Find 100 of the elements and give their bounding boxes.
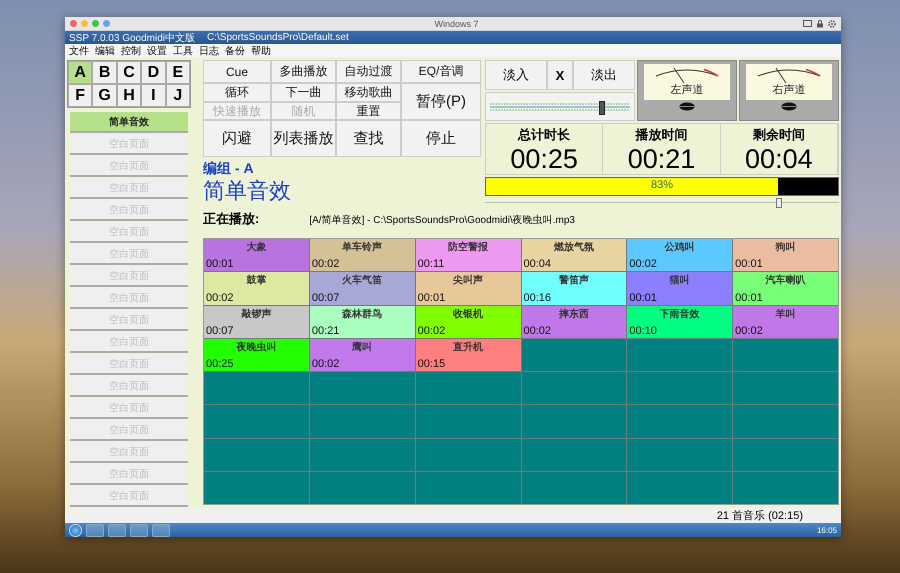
fade-button[interactable]: X bbox=[547, 60, 573, 90]
time-label: 剩余时间 bbox=[752, 126, 805, 144]
control-button[interactable]: 下一曲 bbox=[271, 83, 336, 102]
group-tab[interactable]: D bbox=[141, 61, 166, 84]
sound-duration: 00:02 bbox=[735, 324, 764, 337]
sound-cell[interactable]: 鹰叫 00:02 bbox=[310, 338, 415, 371]
sound-cell[interactable]: 摔东西 00:02 bbox=[522, 306, 626, 338]
group-tab[interactable]: I bbox=[141, 84, 166, 107]
sound-duration: 00:02 bbox=[312, 258, 340, 270]
control-button[interactable]: 列表播放 bbox=[271, 120, 336, 157]
sound-name: 燃放气氛 bbox=[552, 240, 595, 254]
sound-name: 狗叫 bbox=[774, 240, 797, 254]
sound-name: 火车气笛 bbox=[341, 273, 384, 288]
sound-name: 敲锣声 bbox=[240, 307, 272, 320]
sound-duration: 00:07 bbox=[206, 324, 235, 337]
menu-item[interactable]: 帮助 bbox=[251, 44, 271, 58]
menu-item[interactable]: 工具 bbox=[173, 44, 193, 58]
sound-duration: 00:02 bbox=[629, 258, 658, 270]
sound-cell[interactable]: 直升机 00:15 bbox=[416, 338, 520, 371]
menu-item[interactable]: 文件 bbox=[69, 44, 89, 58]
group-tab[interactable]: B bbox=[92, 61, 117, 84]
sound-duration: 00:02 bbox=[312, 358, 340, 370]
control-button[interactable]: 移动歌曲 bbox=[336, 83, 401, 102]
control-button[interactable]: 查找 bbox=[336, 120, 401, 157]
sound-name: 尖叫声 bbox=[452, 274, 484, 288]
channel-label: 左声道 bbox=[670, 84, 704, 97]
sound-cell[interactable]: 敲锣声 00:07 bbox=[204, 306, 309, 338]
sound-cell[interactable]: 下雨音效 00:10 bbox=[627, 306, 732, 338]
file-path: C:\SportsSoundsPro\Default.set bbox=[207, 32, 349, 43]
sound-cell[interactable]: 公鸡叫 00:02 bbox=[627, 239, 732, 272]
sound-name: 猫叫 bbox=[668, 274, 691, 288]
group-tab[interactable]: J bbox=[166, 84, 190, 107]
time-value: 00:21 bbox=[628, 144, 696, 174]
sound-cell[interactable]: 火车气笛 00:07 bbox=[310, 272, 415, 304]
menu-item[interactable]: 设置 bbox=[147, 44, 167, 58]
control-button[interactable]: 循环 bbox=[203, 83, 271, 102]
menu-item[interactable]: 编辑 bbox=[95, 44, 115, 58]
progress-reading: 83% bbox=[650, 179, 674, 191]
sound-duration: 00:01 bbox=[418, 292, 446, 304]
sound-cell[interactable]: 狗叫 00:01 bbox=[733, 239, 838, 272]
menu-item[interactable]: 备份 bbox=[225, 44, 245, 58]
sound-duration: 00:07 bbox=[312, 292, 340, 304]
control-button[interactable]: 重置 bbox=[336, 102, 401, 120]
control-button[interactable]: 暂停(P) bbox=[401, 83, 481, 120]
control-button[interactable]: 自动过渡 bbox=[336, 60, 401, 83]
sound-cell[interactable]: 大象 00:01 bbox=[204, 239, 309, 272]
sound-duration: 00:01 bbox=[735, 258, 764, 270]
sound-cell[interactable]: 单车铃声 00:02 bbox=[310, 239, 415, 272]
now-playing-path: [A/简单音效] - C:\SportsSoundsPro\Goodmidi\夜晚虫叫.mp3 bbox=[309, 214, 575, 227]
sound-duration: 00:10 bbox=[629, 324, 658, 337]
sound-duration: 00:01 bbox=[629, 292, 658, 304]
sound-name: 羊叫 bbox=[774, 308, 797, 320]
sound-duration: 00:25 bbox=[206, 358, 235, 370]
sound-duration: 00:16 bbox=[524, 292, 552, 304]
control-button[interactable]: Cue bbox=[203, 60, 271, 83]
sound-cell[interactable]: 尖叫声 00:01 bbox=[416, 272, 520, 304]
group-tab[interactable]: G bbox=[92, 84, 117, 107]
sound-cell[interactable]: 鼓掌 00:02 bbox=[204, 272, 309, 304]
control-button[interactable]: 停止 bbox=[401, 120, 481, 157]
sound-cell[interactable]: 猫叫 00:01 bbox=[627, 272, 732, 304]
group-tab[interactable]: H bbox=[116, 84, 142, 107]
page-item[interactable]: 简单音效 bbox=[70, 112, 188, 133]
sound-cell[interactable]: 汽车喇叭 00:01 bbox=[733, 272, 838, 304]
sound-cell[interactable]: 警笛声 00:16 bbox=[522, 272, 626, 304]
sound-name: 公鸡叫 bbox=[663, 240, 696, 254]
sound-cell[interactable]: 羊叫 00:02 bbox=[733, 306, 838, 338]
group-tab[interactable]: E bbox=[166, 61, 190, 84]
window-title: Windows 7 bbox=[433, 18, 480, 28]
sound-name: 下雨音效 bbox=[658, 307, 701, 320]
sound-cell[interactable]: 森林群鸟 00:21 bbox=[310, 306, 415, 338]
time-label: 总计时长 bbox=[518, 126, 570, 144]
fade-button[interactable]: 淡入 bbox=[485, 60, 547, 90]
sound-duration: 00:21 bbox=[312, 324, 340, 337]
sound-name: 夜晚虫叫 bbox=[235, 340, 278, 354]
menu-item[interactable]: 控制 bbox=[121, 44, 141, 58]
sound-duration: 00:02 bbox=[418, 324, 446, 337]
sound-cell[interactable]: 收银机 00:02 bbox=[416, 306, 520, 338]
sound-name: 摔东西 bbox=[558, 307, 590, 320]
control-button[interactable]: 多曲播放 bbox=[271, 60, 336, 83]
group-label: 编组 - A bbox=[203, 160, 255, 178]
clock: 16:05 bbox=[816, 526, 837, 534]
time-value: 00:25 bbox=[510, 144, 578, 174]
group-tab[interactable]: C bbox=[116, 61, 142, 84]
sound-duration: 00:11 bbox=[418, 258, 446, 270]
app-title: SSP 7.0.03 Goodmidi中文版 bbox=[69, 32, 195, 44]
sound-cell[interactable]: 夜晚虫叫 00:25 bbox=[204, 338, 309, 371]
group-tab[interactable]: A bbox=[68, 61, 92, 84]
menu-item[interactable]: 日志 bbox=[199, 44, 219, 58]
group-tab[interactable]: F bbox=[68, 84, 92, 107]
now-playing-label: 正在播放: bbox=[203, 210, 260, 228]
sound-name: 单车铃声 bbox=[341, 240, 384, 254]
sound-duration: 00:01 bbox=[735, 292, 764, 304]
sound-duration: 00:04 bbox=[524, 258, 552, 270]
sound-name: 警笛声 bbox=[558, 274, 590, 288]
fade-button[interactable]: 淡出 bbox=[573, 60, 635, 90]
sound-name: 森林群鸟 bbox=[341, 308, 384, 320]
control-button[interactable]: EQ/音调 bbox=[401, 60, 481, 83]
sound-cell[interactable]: 防空警报 00:11 bbox=[416, 239, 520, 272]
control-button[interactable]: 闪避 bbox=[203, 120, 271, 157]
sound-cell[interactable]: 燃放气氛 00:04 bbox=[522, 239, 626, 272]
